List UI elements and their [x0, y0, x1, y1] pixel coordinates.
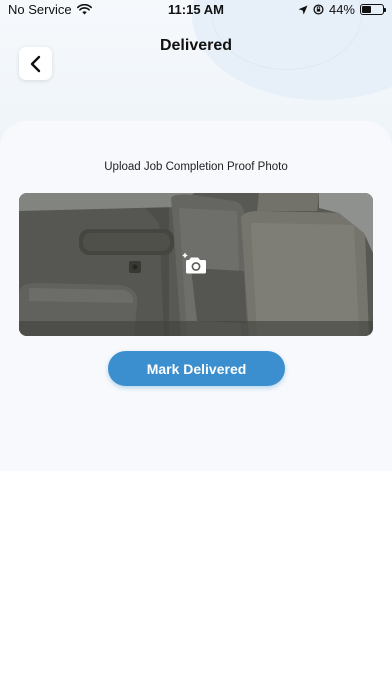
mark-delivered-button[interactable]: Mark Delivered [108, 351, 285, 386]
status-right: 44% [298, 2, 386, 17]
location-arrow-icon [298, 5, 308, 14]
chevron-left-icon [30, 55, 40, 72]
battery-level [362, 6, 371, 13]
page-title: Delivered [159, 37, 233, 54]
battery-icon [360, 4, 386, 15]
battery-percent: 44% [328, 2, 355, 17]
status-bar: No Service 11:15 AM 44% [0, 0, 392, 20]
orientation-lock-icon [313, 4, 324, 15]
add-photo-camera-icon[interactable] [182, 253, 208, 275]
upload-label: Upload Job Completion Proof Photo [104, 161, 288, 173]
